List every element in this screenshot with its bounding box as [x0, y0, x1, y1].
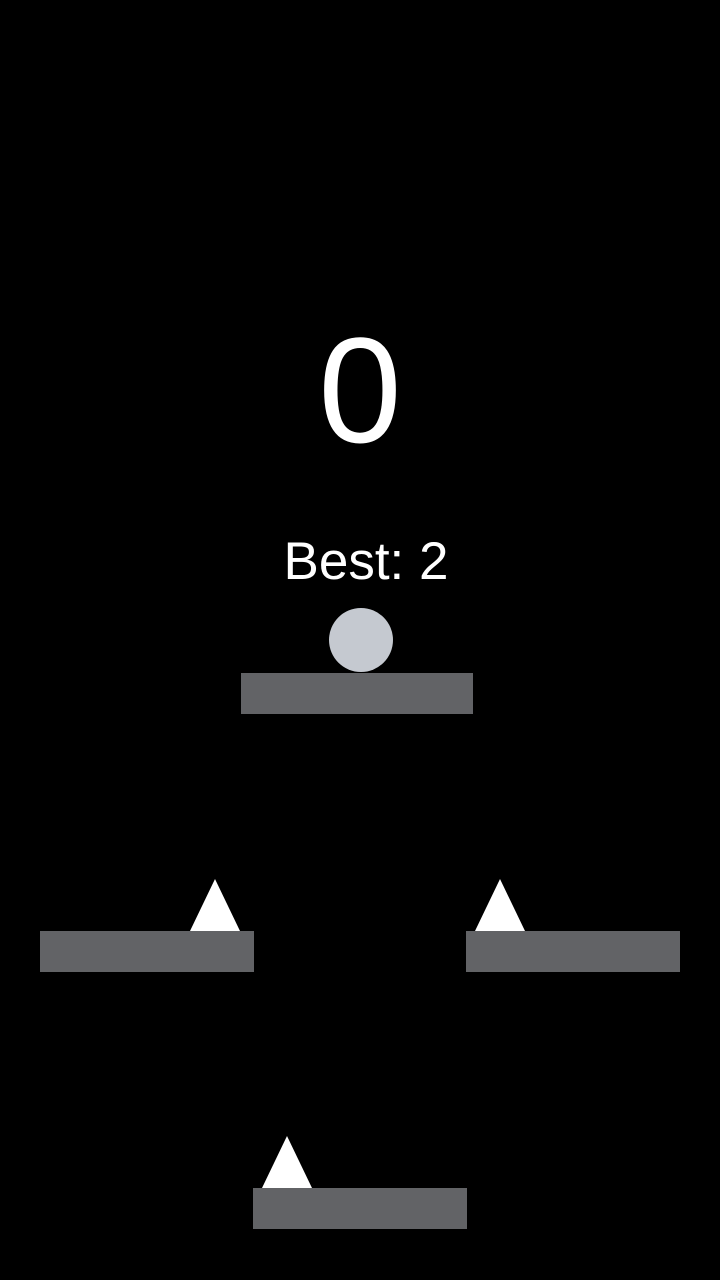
platform-bottom	[253, 1188, 467, 1229]
spike-left	[190, 879, 240, 931]
player-ball	[329, 608, 393, 672]
platform-top	[241, 673, 473, 714]
platform-right	[466, 931, 680, 972]
platform-left	[40, 931, 254, 972]
game-canvas[interactable]: 0 Best: 2	[0, 0, 720, 1280]
best-score-label: Best: 2	[283, 532, 449, 591]
spike-bottom	[262, 1136, 312, 1188]
spike-right	[475, 879, 525, 931]
score-display: 0	[318, 306, 402, 474]
